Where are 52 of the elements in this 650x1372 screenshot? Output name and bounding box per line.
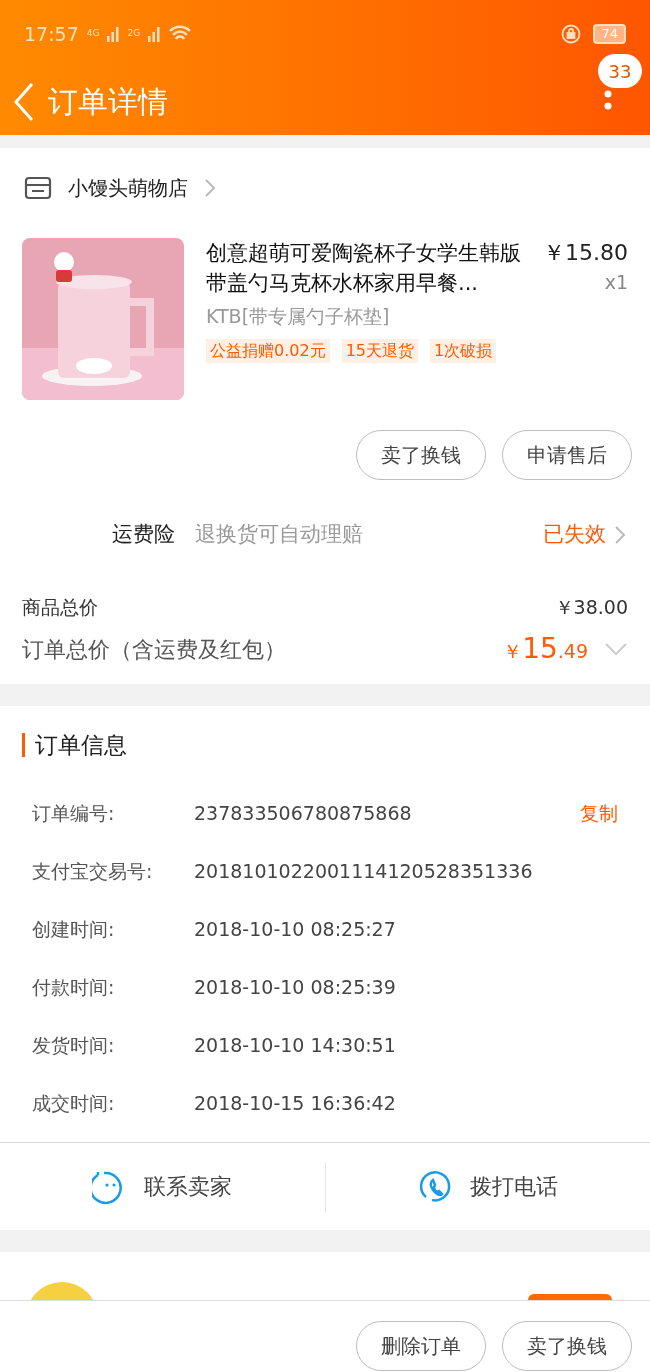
- shop-row[interactable]: 小馒头萌物店: [0, 148, 650, 228]
- info-value: 2018101022001114120528351336: [194, 858, 533, 884]
- section-title: 订单信息: [35, 730, 127, 760]
- product-price: ￥15.80: [543, 239, 628, 267]
- insurance-description: 退换货可自动理赔: [195, 521, 363, 549]
- action-button[interactable]: 删除订单: [356, 1321, 486, 1371]
- info-label: 支付宝交易号:: [32, 858, 154, 884]
- service-tag: 15天退货: [341, 338, 418, 363]
- goods-total-label: 商品总价: [22, 594, 98, 620]
- info-value: 2018-10-10 08:25:27: [194, 916, 396, 942]
- chevron-down-icon[interactable]: [604, 641, 628, 657]
- signal-icon: [148, 26, 161, 42]
- contact-button[interactable]: 拨打电话: [417, 1168, 558, 1205]
- back-icon[interactable]: [12, 81, 36, 122]
- order-total-value: ￥15.49: [503, 631, 588, 667]
- more-icon[interactable]: [604, 90, 612, 110]
- lock-rotation-icon: [561, 24, 582, 44]
- info-value: 2018-10-10 14:30:51: [194, 1032, 396, 1058]
- insurance-row[interactable]: 运费险 退换货可自动理赔 已失效: [0, 480, 650, 590]
- shop-icon: [24, 176, 52, 200]
- info-label: 付款时间:: [32, 974, 116, 1000]
- goods-total-value: ￥38.00: [554, 594, 628, 620]
- contact-button[interactable]: 联系卖家: [92, 1168, 233, 1205]
- battery-level: 74: [593, 24, 626, 44]
- info-value: 237833506780875868: [194, 800, 412, 826]
- info-value: 2018-10-15 16:36:42: [194, 1090, 396, 1116]
- insurance-label: 运费险: [112, 521, 175, 549]
- info-label: 订单编号:: [32, 800, 116, 826]
- info-label: 创建时间:: [32, 916, 116, 942]
- chevron-right-icon: [204, 178, 216, 198]
- product-title[interactable]: 创意超萌可爱陶瓷杯子女学生韩版带盖勺马克杯水杯家用早餐...: [206, 238, 531, 298]
- product-variant: KTB[带专属勺子杯垫]: [206, 304, 391, 329]
- notification-badge: 33: [598, 54, 642, 88]
- action-button[interactable]: 卖了换钱: [356, 430, 486, 480]
- promo-button[interactable]: [528, 1294, 612, 1300]
- network-label: 4G: [86, 27, 100, 41]
- order-total-label: 订单总价（含运费及红包）: [22, 635, 286, 664]
- insurance-status: 已失效: [543, 521, 606, 549]
- service-tag: 1次破损: [430, 338, 497, 363]
- info-label: 成交时间:: [32, 1090, 116, 1116]
- service-tag: 公益捐赠0.02元: [206, 338, 330, 363]
- shop-name: 小馒头萌物店: [68, 175, 188, 202]
- action-button[interactable]: 卖了换钱: [502, 1321, 632, 1371]
- chevron-right-icon: [614, 525, 626, 545]
- status-time: 17:57: [24, 21, 79, 47]
- info-label: 发货时间:: [32, 1032, 116, 1058]
- network-label: 2G: [127, 27, 141, 41]
- page-title: 订单详情: [48, 83, 168, 121]
- product-quantity: x1: [604, 270, 628, 295]
- info-value: 2018-10-10 08:25:39: [194, 974, 396, 1000]
- action-button[interactable]: 申请售后: [502, 430, 632, 480]
- signal-icon: [107, 26, 120, 42]
